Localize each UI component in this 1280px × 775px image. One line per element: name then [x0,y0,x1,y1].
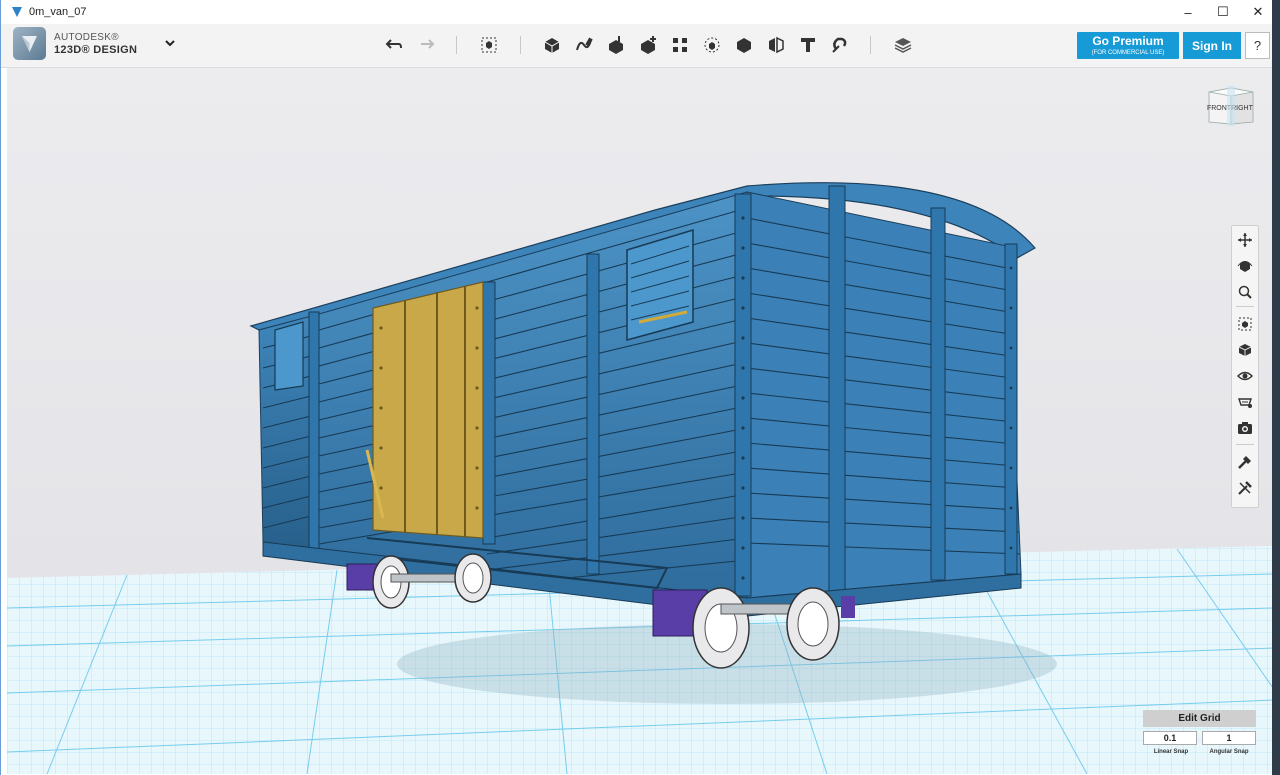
grouping-icon[interactable] [701,34,723,56]
edit-grid-button[interactable]: Edit Grid [1143,710,1256,727]
visibility-icon[interactable] [1235,366,1255,386]
pattern-icon[interactable] [669,34,691,56]
app-window: 0m_van_07 – ☐ ✕ AUTODESK® 123D® DESIGN G… [0,0,1273,775]
angular-snap-input[interactable]: 1 [1202,731,1256,745]
toolbar-separator [456,36,457,54]
maximize-button[interactable]: ☐ [1206,0,1240,24]
edit-grid-panel: Edit Grid 0.1 1 Linear Snap Angular Snap [1141,710,1257,760]
3d-viewport[interactable]: FRONT RIGHT Edit Grid 0.1 1 Linear Snap … [7,68,1273,774]
help-button[interactable]: ? [1245,32,1270,59]
main-toolbar: AUTODESK® 123D® DESIGN Go Premium (FOR C… [1,24,1273,68]
premium-sublabel: (FOR COMMERCIAL USE) [1091,50,1165,56]
sliding-door [365,281,484,539]
navbar-separator [1236,444,1254,445]
scene-canvas [7,68,1273,774]
close-button[interactable]: ✕ [1241,0,1275,24]
pan-icon[interactable] [1235,230,1255,250]
background-desktop-edge [1272,0,1280,775]
text-icon[interactable] [797,34,819,56]
toolbar-separator [520,36,521,54]
snap-icon[interactable] [1235,452,1255,472]
window-title: 0m_van_07 [29,6,87,18]
navbar-separator [1236,306,1254,307]
sign-in-button[interactable]: Sign In [1183,32,1241,59]
zoom-icon[interactable] [1235,282,1255,302]
materials-icon[interactable] [892,34,914,56]
fit-icon[interactable] [1235,314,1255,334]
view-cube[interactable]: FRONT RIGHT [1205,84,1257,130]
brand-line-2: 123D® DESIGN [54,43,138,56]
tools-icon[interactable] [1235,478,1255,498]
linear-snap-label: Linear Snap [1153,749,1189,755]
app-menu[interactable]: AUTODESK® 123D® DESIGN [13,27,175,60]
material-icon[interactable] [1235,392,1255,412]
construct-icon[interactable] [605,34,627,56]
angular-snap-label: Angular Snap [1209,749,1249,755]
transform-icon[interactable] [478,34,500,56]
sketch-icon[interactable] [573,34,595,56]
combine-icon[interactable] [733,34,755,56]
snap-icon[interactable] [829,34,851,56]
title-bar: 0m_van_07 – ☐ ✕ [1,0,1273,24]
view-icon[interactable] [1235,340,1255,360]
premium-label: Go Premium [1092,34,1164,48]
app-logo-icon [12,7,22,17]
measure-icon[interactable] [765,34,787,56]
toolbar-separator [870,36,871,54]
navigation-bar [1231,225,1259,508]
brand-line-1: AUTODESK® [54,31,119,43]
undo-icon[interactable] [383,34,405,56]
primitives-icon[interactable] [541,34,563,56]
chevron-down-icon[interactable] [165,38,175,50]
go-premium-button[interactable]: Go Premium (FOR COMMERCIAL USE) [1077,32,1179,59]
orbit-icon[interactable] [1235,256,1255,276]
modify-icon[interactable] [637,34,659,56]
linear-snap-input[interactable]: 0.1 [1143,731,1197,745]
camera-icon[interactable] [1235,418,1255,438]
123d-logo-icon [13,27,46,60]
redo-icon[interactable] [415,34,437,56]
minimize-button[interactable]: – [1171,0,1205,24]
